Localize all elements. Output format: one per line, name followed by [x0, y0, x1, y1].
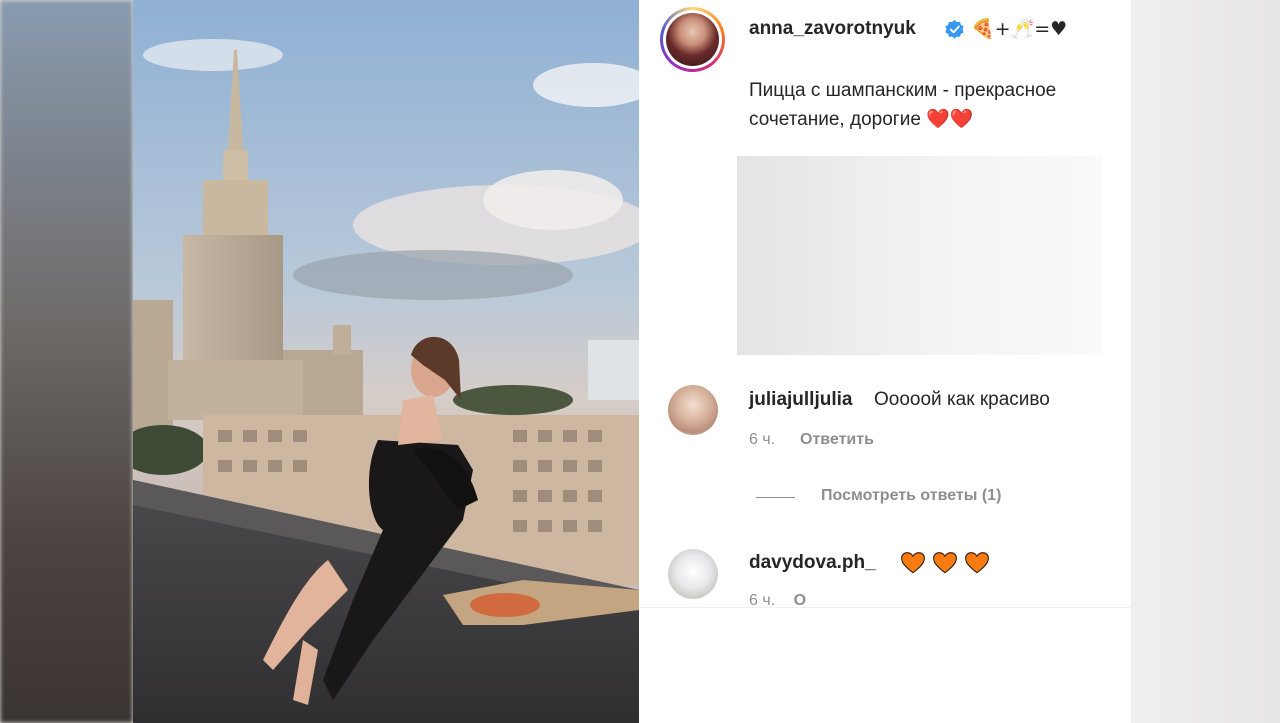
reply-button[interactable]: Ответить: [800, 431, 874, 449]
comment-meta-clipped: 6 ч. О: [749, 592, 806, 606]
view-replies-line: [756, 497, 795, 498]
view-replies-button[interactable]: Посмотреть ответы (1): [821, 487, 1001, 505]
title-emojis: 🍕+🥂=♥: [971, 18, 1068, 40]
verified-badge-icon: [945, 20, 964, 39]
comment-text: Ооооой как красиво: [874, 389, 1050, 410]
orange-heart-icon: [964, 550, 990, 576]
orange-heart-icon: [932, 550, 958, 576]
comment-time: 6 ч.: [749, 592, 776, 606]
post-media[interactable]: [133, 0, 639, 723]
comment-username[interactable]: juliajulljulia: [749, 389, 852, 411]
orange-heart-icon: [900, 550, 926, 576]
author-username[interactable]: anna_zavorotnyuk: [749, 18, 916, 40]
embedded-placeholder: [737, 156, 1102, 355]
author-avatar[interactable]: [660, 7, 725, 72]
blurred-background-right: [1131, 0, 1280, 723]
commenter-avatar[interactable]: [668, 549, 718, 599]
post-details-panel: anna_zavorotnyuk 🍕+🥂=♥ Пицца с шампански…: [639, 0, 1131, 723]
blurred-background-left: [0, 0, 133, 723]
reply-button[interactable]: О: [794, 592, 806, 606]
post-caption: Пицца с шампанским - прекрасное сочетани…: [749, 80, 1057, 130]
comment-text-hearts: [900, 550, 990, 576]
commenter-avatar[interactable]: [668, 385, 718, 435]
post-photo: [133, 0, 639, 723]
comment-username[interactable]: davydova.ph_: [749, 552, 876, 574]
comment-time: 6 ч.: [749, 431, 776, 448]
comments-divider: [639, 607, 1131, 608]
